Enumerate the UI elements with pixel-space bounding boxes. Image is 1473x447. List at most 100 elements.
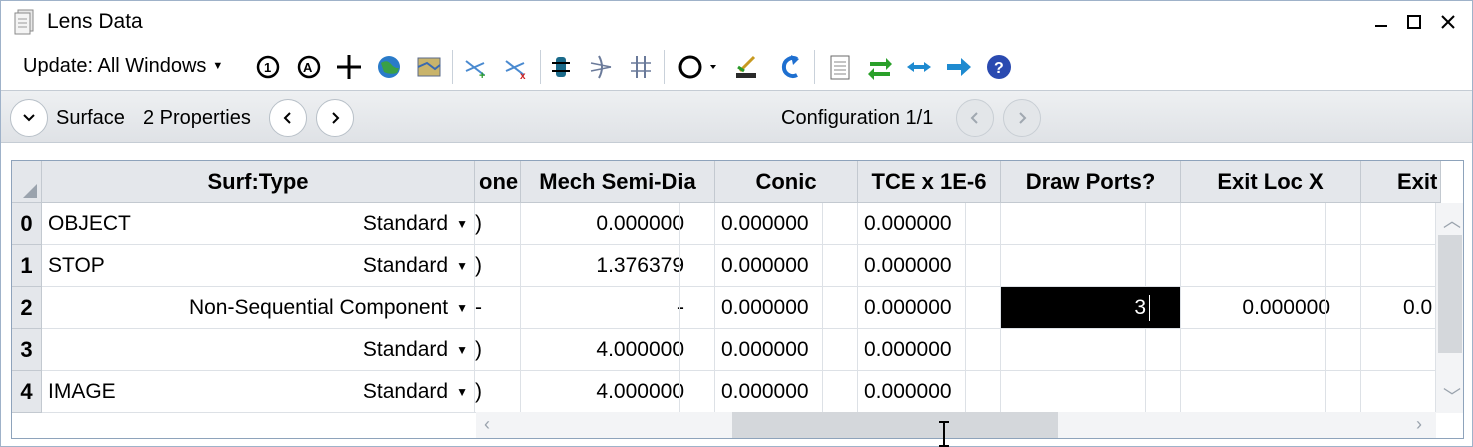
vertical-scroll-thumb[interactable] <box>1438 235 1462 353</box>
conic-cell[interactable]: 0.000000 <box>715 287 858 329</box>
tce-cell[interactable]: 0.000000 <box>858 371 1001 413</box>
chevron-down-icon[interactable]: ▼ <box>456 343 468 357</box>
crosshair-icon[interactable] <box>334 52 364 82</box>
map-icon[interactable] <box>414 52 444 82</box>
partial-cell[interactable]: ) <box>475 329 521 371</box>
arrow-right-icon[interactable] <box>944 52 974 82</box>
help-icon[interactable]: ? <box>984 52 1014 82</box>
draw-ports-cell[interactable] <box>1001 203 1181 245</box>
previous-surface-button[interactable] <box>269 99 307 137</box>
surf-type-cell[interactable]: OBJECT Standard ▼ <box>42 203 475 245</box>
chevron-down-icon[interactable]: ▼ <box>456 385 468 399</box>
scroll-left-icon[interactable]: ‹ <box>484 414 490 435</box>
draw-ports-cell[interactable] <box>1001 329 1181 371</box>
conic-cell[interactable]: 0.000000 <box>715 329 858 371</box>
swap-icon[interactable] <box>865 52 895 82</box>
conic-cell[interactable]: 0.000000 <box>715 203 858 245</box>
aperture-icon[interactable] <box>675 52 721 82</box>
document-icon[interactable] <box>825 52 855 82</box>
mech-semi-dia-cell[interactable]: - <box>521 287 715 329</box>
close-button[interactable] <box>1431 7 1465 37</box>
column-header-tce[interactable]: TCE x 1E-6 <box>858 161 1001 203</box>
column-header-mech-semi-dia[interactable]: Mech Semi-Dia <box>521 161 715 203</box>
tce-cell[interactable]: 0.000000 <box>858 203 1001 245</box>
tce-cell[interactable]: 0.000000 <box>858 287 1001 329</box>
draw-ports-cell-editing[interactable]: 3 <box>1001 287 1181 329</box>
properties-label: 2 Properties <box>143 107 251 129</box>
gear-link-icon[interactable] <box>546 52 576 82</box>
chevron-down-icon[interactable]: ▼ <box>456 301 468 315</box>
vertical-scrollbar[interactable]: ︿ ﹀ <box>1436 203 1463 413</box>
minimize-button[interactable] <box>1364 7 1398 37</box>
row-header[interactable]: 2 <box>12 287 42 329</box>
surface-type: Standard <box>362 211 449 235</box>
mech-semi-dia-cell[interactable]: 4.000000 <box>521 371 715 413</box>
draw-ports-cell[interactable] <box>1001 245 1181 287</box>
row-header[interactable]: 0 <box>12 203 42 245</box>
surface-type: Standard <box>362 253 449 277</box>
exit-partial-cell[interactable] <box>1361 245 1436 287</box>
tce-cell[interactable]: 0.000000 <box>858 329 1001 371</box>
paint-icon[interactable] <box>731 52 761 82</box>
svg-text:x: x <box>520 71 526 81</box>
collapse-button[interactable] <box>10 99 48 137</box>
maximize-button[interactable] <box>1397 7 1431 37</box>
column-header-exit-partial[interactable]: Exit <box>1361 161 1441 203</box>
mech-semi-dia-cell[interactable]: 4.000000 <box>521 329 715 371</box>
surf-type-cell[interactable]: STOP Standard ▼ <box>42 245 475 287</box>
exit-partial-cell[interactable] <box>1361 371 1436 413</box>
exit-loc-x-cell[interactable] <box>1181 329 1361 371</box>
row-header[interactable]: 3 <box>12 329 42 371</box>
partial-cell[interactable]: - <box>475 287 521 329</box>
column-header-surf-type[interactable]: Surf:Type <box>42 161 475 203</box>
column-header-partial[interactable]: one <box>475 161 521 203</box>
conic-cell[interactable]: 0.000000 <box>715 371 858 413</box>
scroll-down-icon[interactable]: ﹀ <box>1443 383 1461 409</box>
next-configuration-button[interactable] <box>1003 99 1041 137</box>
expand-icon[interactable] <box>904 52 934 82</box>
conic-cell[interactable]: 0.000000 <box>715 245 858 287</box>
undo-icon[interactable] <box>776 52 806 82</box>
grid-lens-icon[interactable] <box>626 52 656 82</box>
draw-ports-cell[interactable] <box>1001 371 1181 413</box>
insert-surface-icon[interactable]: + <box>461 52 491 82</box>
draw-ports-value[interactable]: 3 <box>1134 296 1146 320</box>
lens-icon[interactable] <box>586 52 616 82</box>
exit-partial-cell[interactable] <box>1361 203 1436 245</box>
tce-cell[interactable]: 0.000000 <box>858 245 1001 287</box>
delete-surface-icon[interactable]: x <box>501 52 531 82</box>
exit-loc-x-cell[interactable] <box>1181 203 1361 245</box>
partial-cell[interactable]: ) <box>475 203 521 245</box>
update-dropdown[interactable]: Update: All Windows ▼ <box>15 48 231 84</box>
column-header-draw-ports[interactable]: Draw Ports? <box>1001 161 1181 203</box>
surf-type-cell[interactable]: IMAGE Standard ▼ <box>42 371 475 413</box>
chevron-down-icon[interactable]: ▼ <box>456 217 468 231</box>
column-header-exit-loc-x[interactable]: Exit Loc X <box>1181 161 1361 203</box>
horizontal-scroll-thumb[interactable] <box>732 412 1058 438</box>
surf-type-cell[interactable]: Standard ▼ <box>42 329 475 371</box>
scroll-up-icon[interactable]: ︿ <box>1443 207 1461 233</box>
partial-cell[interactable]: ) <box>475 245 521 287</box>
next-surface-button[interactable] <box>316 99 354 137</box>
exit-loc-x-cell[interactable] <box>1181 371 1361 413</box>
exit-loc-x-cell[interactable]: 0.000000 <box>1181 287 1361 329</box>
refresh-all-icon[interactable]: A <box>294 52 324 82</box>
row-header[interactable]: 1 <box>12 245 42 287</box>
globe-icon[interactable] <box>374 52 404 82</box>
surface-comment: STOP <box>48 253 105 277</box>
horizontal-scrollbar[interactable]: ‹ › <box>476 412 1436 438</box>
exit-partial-cell[interactable]: 0.0 <box>1361 287 1436 329</box>
refresh-icon[interactable]: 1 <box>253 52 283 82</box>
column-header-conic[interactable]: Conic <box>715 161 858 203</box>
exit-loc-x-cell[interactable] <box>1181 245 1361 287</box>
mech-semi-dia-cell[interactable]: 1.376379 <box>521 245 715 287</box>
mech-semi-dia-cell[interactable]: 0.000000 <box>521 203 715 245</box>
surf-type-cell[interactable]: Non-Sequential Component ▼ <box>42 287 475 329</box>
row-header[interactable]: 4 <box>12 371 42 413</box>
chevron-down-icon[interactable]: ▼ <box>456 259 468 273</box>
exit-partial-cell[interactable] <box>1361 329 1436 371</box>
partial-cell[interactable]: ) <box>475 371 521 413</box>
scroll-right-icon[interactable]: › <box>1416 414 1422 435</box>
select-all-corner[interactable] <box>12 161 42 203</box>
previous-configuration-button[interactable] <box>956 99 994 137</box>
